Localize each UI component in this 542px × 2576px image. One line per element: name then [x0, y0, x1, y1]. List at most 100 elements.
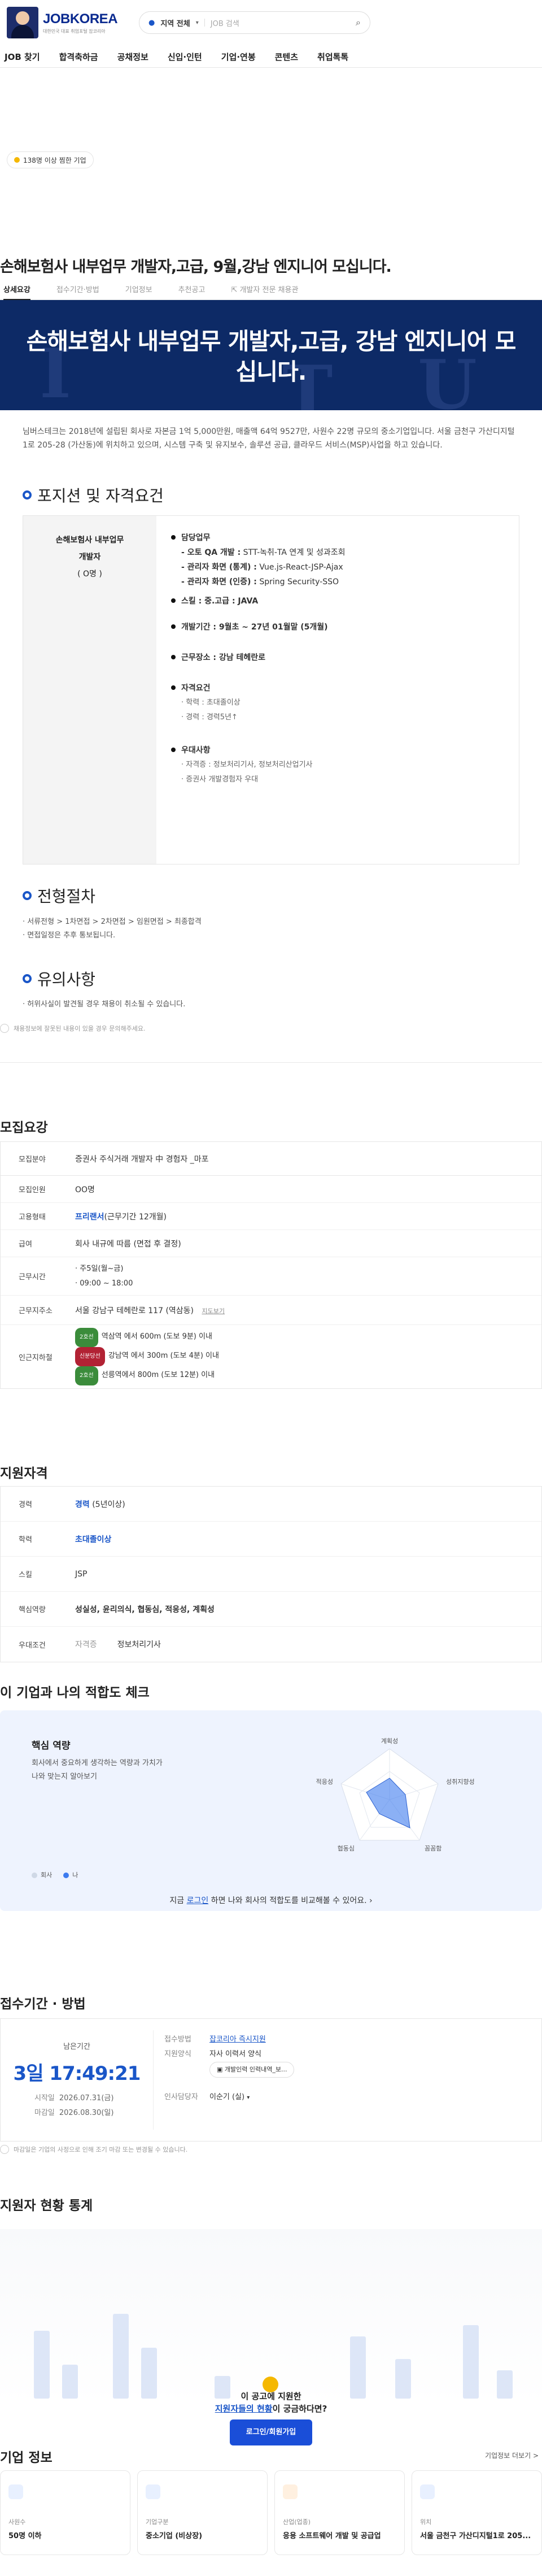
duty-item: - 관리자 화면 (인증) : Spring Security-SSO — [181, 577, 339, 587]
row-label: 경력 — [19, 1501, 32, 1509]
nav-company-salary[interactable]: 기업·연봉 — [221, 51, 256, 63]
attachment-chip[interactable]: ▣ 개발인력 인력내역_보... — [209, 2062, 295, 2078]
main-nav: JOB 찾기 합격축하금 공채정보 신입·인턴 기업·연봉 콘텐츠 취업톡톡 — [0, 45, 542, 68]
radar-axis-label: 적응성 — [316, 1778, 333, 1786]
section-divider — [0, 1062, 542, 1063]
location-pin-icon — [420, 2484, 435, 2499]
table-row: 모집분야 증권사 주식거래 개발자 中 경험자 _마포 — [1, 1142, 541, 1176]
preference-heading: 우대사항 — [171, 744, 499, 755]
caution-heading: 유의사항 — [23, 967, 95, 990]
blurred-bar — [113, 2314, 129, 2399]
login-link[interactable]: 로그인 — [187, 1896, 209, 1905]
row-value: 프리랜서(근무기간 12개월) — [75, 1212, 167, 1222]
fit-description: 회사에서 중요하게 생각하는 역량과 가치가 나와 맞는지 알아보기 — [32, 1759, 163, 1781]
briefcase-icon — [283, 2484, 298, 2499]
card-label: 기업구분 — [146, 2518, 169, 2526]
position-count: ( O명 ) — [77, 570, 102, 579]
ring-icon — [23, 891, 32, 900]
table-row: 모집인원 OO명 — [1, 1176, 541, 1203]
login-signup-button[interactable]: 로그인/회원가입 — [230, 2419, 312, 2445]
nav-content[interactable]: 콘텐츠 — [275, 51, 298, 63]
search-icon[interactable]: ⌕ — [356, 17, 361, 28]
position-heading-text: 포지션 및 자격요건 — [37, 486, 164, 505]
date-range: 시작일 2026.07.31(금) 마감일 2026.08.30(일) — [34, 2094, 114, 2117]
report-note-text: 채용정보에 잘못된 내용이 있을 경우 문의해주세요. — [14, 1025, 146, 1032]
radar-legend: 회사 나 — [32, 1870, 78, 1879]
legend-me: 나 — [63, 1870, 78, 1879]
table-row: 학력 초대졸이상 — [1, 1522, 541, 1557]
header-top: JOBKOREA 대한민국 대표 취업포털 잡코리아 ● 지역 전체 ▾ JOB… — [0, 0, 542, 45]
duty-item: - 오토 QA 개발 : STT-녹취-TA 연계 및 성과조회 — [181, 548, 346, 557]
card-value: 응용 소프트웨어 개발 및 공급업 — [283, 2532, 381, 2540]
process-line: · 서류전형 > 1차면접 > 2차면접 > 임원면접 > 최종합격 — [23, 918, 202, 926]
company-more-link[interactable]: 기업정보 더보기 > — [485, 2451, 539, 2460]
preference-item: · 증권사 개발경험자 우대 — [181, 775, 259, 784]
building-icon — [146, 2484, 160, 2499]
nav-talk[interactable]: 취업톡톡 — [317, 51, 348, 63]
apply-method-link[interactable]: 잡코리아 즉시지원 — [209, 2035, 266, 2044]
row-value: 초대졸이상 — [75, 1535, 112, 1544]
subway-item: 2호선 선릉역에서 800m (도보 12분) 이내 — [75, 1366, 523, 1385]
tab-company[interactable]: 기업정보 — [125, 281, 152, 300]
legend-company: 회사 — [32, 1870, 52, 1879]
receipt-note-text: 마감일은 기업의 사정으로 인해 조기 마감 또는 변경될 수 있습니다. — [14, 2146, 188, 2153]
logo-subtitle: 대한민국 대표 취업포털 잡코리아 — [43, 28, 106, 34]
receipt-title: 접수기간 · 방법 — [0, 1997, 86, 2012]
process-heading-text: 전형절차 — [37, 887, 96, 906]
blurred-bar — [34, 2331, 50, 2399]
position-name: 손해보험사 내부업무 — [55, 536, 124, 545]
nav-public-recruit[interactable]: 공채정보 — [117, 51, 148, 63]
chevron-right-icon: › — [369, 1896, 373, 1905]
table-row: 인근지하철 2호선 역삼역 에서 600m (도보 9분) 이내 신분당선 강남역 … — [1, 1325, 541, 1388]
search-input[interactable]: JOB 검색 — [211, 18, 350, 28]
nav-job-search[interactable]: JOB 찾기 — [5, 51, 40, 63]
row-value: 자격증 정보처리기사 — [75, 1640, 161, 1649]
row-value: 경력 (5년이상) — [75, 1500, 125, 1509]
radar-axis-label: 계획성 — [381, 1737, 398, 1745]
logo-image — [7, 7, 38, 38]
row-label: 고용형태 — [19, 1213, 46, 1222]
location-select[interactable]: 지역 전체 — [160, 18, 190, 28]
chevron-down-icon[interactable]: ▾ — [247, 2095, 250, 2101]
radar-axis-label: 꼼꼼함 — [425, 1845, 442, 1852]
ring-icon — [23, 490, 32, 499]
report-note[interactable]: 채용정보에 잘못된 내용이 있을 경우 문의해주세요. — [0, 1024, 146, 1033]
nav-newcomer[interactable]: 신입·인턴 — [168, 51, 202, 63]
nav-bonus[interactable]: 합격축하금 — [59, 51, 98, 63]
card-value: 50명 이하 — [8, 2532, 42, 2540]
applicant-title: 지원자 현황 통계 — [0, 2199, 93, 2213]
map-link[interactable]: 지도보기 — [202, 1307, 224, 1315]
company-cards: 사원수 50명 이하 기업구분 중소기업 (비상장) 산업(업종) 응용 소프트… — [0, 2470, 542, 2555]
favorite-badge-text: 138명 이상 찜한 기업 — [23, 156, 86, 164]
row-label: 스킬 — [19, 1571, 32, 1579]
tab-dev-hall[interactable]: ⇱ 개발자 전문 채용관 — [231, 281, 298, 300]
subway-item: 신분당선 강남역 에서 300m (도보 4분) 이내 — [75, 1347, 523, 1366]
table-row: 근무시간 · 주5일(월~금) · 09:00 ~ 18:00 — [1, 1257, 541, 1296]
caution-heading-text: 유의사항 — [37, 970, 96, 989]
tab-detail[interactable]: 상세요강 — [3, 281, 30, 300]
logo[interactable]: JOBKOREA 대한민국 대표 취업포털 잡코리아 — [7, 7, 125, 38]
lock-message: 이 공고에 지원한 지원자들의 현황이 궁금하다면? — [215, 2391, 327, 2414]
row-label: 모집분야 — [19, 1155, 46, 1164]
search-divider — [204, 19, 205, 27]
location-pin-icon: ● — [148, 18, 155, 27]
table-row: 우대조건 자격증 정보처리기사 — [1, 1627, 541, 1662]
caution-list: · 허위사실이 발견될 경우 채용이 취소될 수 있습니다. — [23, 998, 185, 1011]
file-icon: ▣ — [217, 2066, 225, 2073]
fit-check-panel: 핵심 역량 회사에서 중요하게 생각하는 역량과 가치가 나와 맞는지 알아보기 … — [0, 1710, 542, 1911]
tab-recommend[interactable]: 추천공고 — [178, 281, 206, 300]
fit-login-prompt[interactable]: 지금 로그인 하면 나와 회사의 적합도를 비교해볼 수 있어요. › — [0, 1895, 542, 1906]
logo-text: JOBKOREA — [43, 11, 118, 27]
search-bar[interactable]: ● 지역 전체 ▾ JOB 검색 ⌕ — [139, 11, 370, 34]
row-label: 인근지하철 — [19, 1353, 53, 1362]
row-value: OO명 — [75, 1185, 95, 1194]
row-label: 학력 — [19, 1536, 32, 1544]
row-label: 근무시간 — [19, 1273, 46, 1282]
tab-receipt[interactable]: 접수기간·방법 — [56, 281, 99, 300]
favorite-badge: 138명 이상 찜한 기업 — [7, 151, 94, 168]
row-label: 우대조건 — [19, 1641, 46, 1650]
position-title-cell: 손해보험사 내부업무 개발자 ( O명 ) — [23, 516, 156, 864]
subway-item: 2호선 역삼역 에서 600m (도보 9분) 이내 — [75, 1328, 523, 1347]
blurred-bar — [350, 2336, 366, 2399]
company-card-employees: 사원수 50명 이하 — [0, 2470, 130, 2555]
